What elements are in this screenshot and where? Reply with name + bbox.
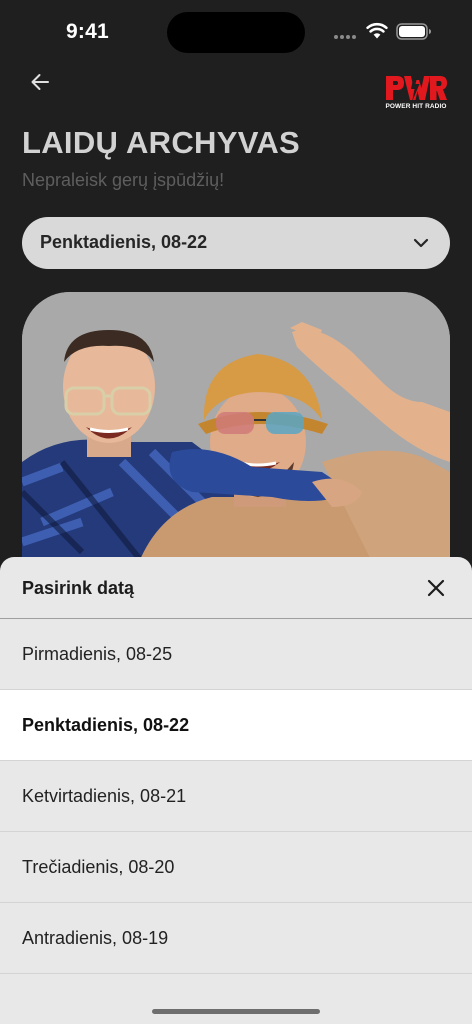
logo-caption: POWER HIT RADIO — [385, 103, 447, 110]
status-time: 9:41 — [66, 20, 109, 43]
page-title: LAIDŲ ARCHYVAS — [22, 125, 301, 160]
sheet-header: Pasirink datą — [0, 557, 472, 619]
date-option[interactable]: Pirmadienis, 08-25 — [0, 619, 472, 690]
page-subtitle: Nepraleisk gerų įspūdžių! — [22, 170, 225, 190]
date-picker-sheet: Pasirink datą Pirmadienis, 08-25 Penktadi… — [0, 557, 472, 1024]
close-button[interactable] — [420, 572, 452, 604]
date-option[interactable]: Ketvirtadienis, 08-21 — [0, 761, 472, 832]
sheet-title: Pasirink datą — [22, 578, 135, 598]
date-select[interactable]: Penktadienis, 08-22 — [22, 217, 450, 269]
status-bar: 9:41 — [0, 0, 472, 62]
home-indicator — [152, 1009, 320, 1014]
show-hosts-photo — [22, 292, 450, 582]
cellular-signal-icon — [334, 35, 356, 39]
dynamic-island — [167, 12, 305, 53]
date-select-value: Penktadienis, 08-22 — [40, 232, 208, 252]
close-icon — [427, 579, 445, 597]
power-hit-radio-logo: POWER HIT RADIO — [384, 72, 448, 112]
date-option-label: Ketvirtadienis, 08-21 — [22, 786, 187, 806]
date-option[interactable]: Penktadienis, 08-22 — [0, 690, 472, 761]
arrow-left-icon — [31, 74, 49, 90]
wifi-icon — [366, 22, 388, 39]
date-option-label: Penktadienis, 08-22 — [22, 715, 190, 735]
date-option-label: Trečiadienis, 08-20 — [22, 857, 175, 877]
date-option-label: Pirmadienis, 08-25 — [22, 644, 173, 664]
date-option[interactable]: Antradienis, 08-19 — [0, 903, 472, 974]
chevron-down-icon — [413, 238, 429, 248]
date-option[interactable]: Trečiadienis, 08-20 — [0, 832, 472, 903]
date-options-list: Pirmadienis, 08-25 Penktadienis, 08-22 Ket… — [0, 619, 472, 974]
battery-icon — [396, 23, 431, 40]
back-button[interactable] — [24, 66, 56, 98]
date-option-label: Antradienis, 08-19 — [22, 928, 169, 948]
